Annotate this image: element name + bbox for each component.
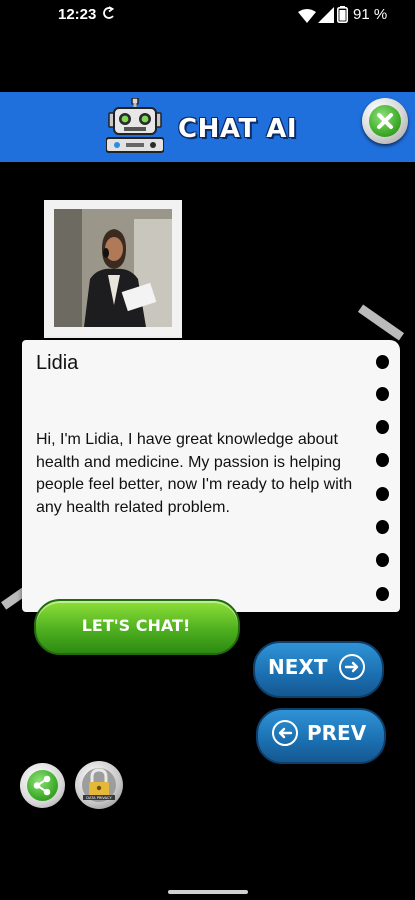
app-title: CHAT AI (178, 114, 298, 144)
battery-icon (337, 6, 348, 27)
close-button[interactable] (362, 98, 408, 144)
arrow-right-icon (339, 654, 365, 680)
battery-percent: 91 % (353, 6, 388, 23)
home-indicator[interactable] (168, 890, 248, 894)
lock-icon: DATA PRIVACY (82, 768, 116, 802)
decorative-stripe (357, 304, 405, 341)
profile-bio: Hi, I'm Lidia, I have great knowledge ab… (36, 431, 353, 516)
prev-label: PREV (307, 721, 367, 745)
signal-icon (318, 7, 334, 27)
profile-photo (54, 209, 172, 327)
notebook-hole (376, 587, 389, 601)
data-privacy-button[interactable]: DATA PRIVACY (75, 761, 123, 809)
notebook-hole (376, 487, 389, 501)
robot-icon (105, 97, 165, 160)
profile-name: Lidia (36, 352, 79, 374)
status-bar: 12:23 91 % (0, 0, 415, 30)
notebook-hole (376, 420, 389, 434)
notebook-hole (376, 553, 389, 567)
next-label: NEXT (268, 655, 328, 679)
notebook-hole (376, 387, 389, 401)
notebook-hole (376, 355, 389, 369)
lets-chat-label: LET'S CHAT! (81, 616, 191, 635)
close-icon (369, 105, 401, 137)
status-time: 12:23 (58, 6, 97, 23)
sync-icon (103, 6, 115, 25)
privacy-badge-text: DATA PRIVACY (86, 796, 112, 800)
profile-photo-frame (44, 200, 182, 338)
arrow-left-icon (272, 720, 298, 746)
wifi-icon (298, 8, 316, 27)
share-button[interactable] (20, 763, 65, 808)
share-icon (27, 770, 58, 801)
notebook-hole (376, 453, 389, 467)
notebook-hole (376, 520, 389, 534)
